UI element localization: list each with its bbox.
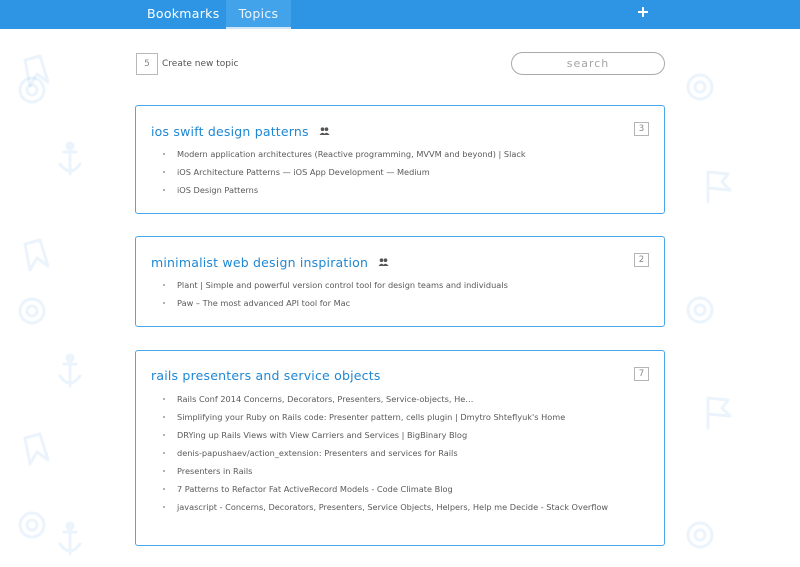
topic-count: 5 (136, 53, 158, 75)
link-count-badge: 2 (634, 253, 649, 267)
topic-title: rails presenters and service objects (151, 368, 381, 383)
people-icon (378, 254, 389, 269)
at-sign-icon (686, 73, 714, 101)
create-new-topic-link[interactable]: Create new topic (162, 59, 238, 69)
list-item[interactable]: Modern application architectures (Reacti… (163, 147, 624, 161)
list-item[interactable]: javascript - Concerns, Decorators, Prese… (163, 500, 624, 514)
topic-title-link[interactable]: ios swift design patterns (151, 123, 330, 139)
bookmark-icon (23, 432, 50, 466)
tab-topics[interactable]: Topics (226, 0, 291, 29)
list-item[interactable]: Rails Conf 2014 Concerns, Decorators, Pr… (163, 392, 624, 406)
list-item[interactable]: denis-papushaev/action_extension: Presen… (163, 446, 624, 460)
at-sign-icon (18, 297, 46, 325)
flag-icon (706, 396, 732, 430)
link-list: Modern application architectures (Reacti… (163, 147, 624, 201)
top-nav-bar: Bookmarks Topics (0, 0, 800, 29)
topic-card: minimalist web design inspiration 2 Plan… (135, 236, 665, 327)
link-count-badge: 7 (634, 367, 649, 381)
at-sign-icon (686, 521, 714, 549)
list-item[interactable]: DRYing up Rails Views with View Carriers… (163, 428, 624, 442)
bookmark-link[interactable]: 7 Patterns to Refactor Fat ActiveRecord … (177, 484, 453, 494)
search-input[interactable] (511, 52, 665, 75)
topic-card: ios swift design patterns 3 Modern appli… (135, 105, 665, 214)
bookmark-link[interactable]: Simplifying your Ruby on Rails code: Pre… (177, 412, 565, 422)
flag-icon (706, 170, 732, 204)
list-item[interactable]: Simplifying your Ruby on Rails code: Pre… (163, 410, 624, 424)
link-count-badge: 3 (634, 122, 649, 136)
bookmark-link[interactable]: denis-papushaev/action_extension: Presen… (177, 448, 458, 458)
list-item[interactable]: Paw – The most advanced API tool for Mac (163, 296, 624, 310)
bookmark-link[interactable]: iOS Design Patterns (177, 185, 258, 195)
topic-title: ios swift design patterns (151, 124, 309, 139)
list-item[interactable]: Plant | Simple and powerful version cont… (163, 278, 624, 292)
anchor-icon (58, 521, 82, 556)
link-list: Plant | Simple and powerful version cont… (163, 278, 624, 314)
bookmark-link[interactable]: javascript - Concerns, Decorators, Prese… (177, 502, 608, 512)
topic-title-link[interactable]: rails presenters and service objects (151, 368, 381, 383)
bookmark-link[interactable]: DRYing up Rails Views with View Carriers… (177, 430, 467, 440)
link-list: Rails Conf 2014 Concerns, Decorators, Pr… (163, 392, 624, 518)
at-sign-icon (18, 76, 46, 104)
bookmark-link[interactable]: iOS Architecture Patterns — iOS App Deve… (177, 167, 430, 177)
anchor-icon (58, 141, 82, 176)
at-sign-icon (686, 296, 714, 324)
bookmark-icon (23, 54, 50, 88)
topic-title: minimalist web design inspiration (151, 255, 369, 270)
anchor-icon (58, 353, 82, 388)
people-icon (319, 123, 330, 138)
at-sign-icon (18, 511, 46, 539)
bookmark-link[interactable]: Presenters in Rails (177, 466, 252, 476)
topic-title-link[interactable]: minimalist web design inspiration (151, 254, 389, 270)
plus-icon[interactable] (638, 4, 648, 20)
list-item[interactable]: iOS Design Patterns (163, 183, 624, 197)
list-item[interactable]: iOS Architecture Patterns — iOS App Deve… (163, 165, 624, 179)
tab-bookmarks[interactable]: Bookmarks (147, 0, 220, 29)
list-item[interactable]: 7 Patterns to Refactor Fat ActiveRecord … (163, 482, 624, 496)
bookmark-link[interactable]: Rails Conf 2014 Concerns, Decorators, Pr… (177, 394, 473, 404)
bookmark-link[interactable]: Paw – The most advanced API tool for Mac (177, 298, 350, 308)
bookmark-link[interactable]: Modern application architectures (Reacti… (177, 149, 526, 159)
bookmark-link[interactable]: Plant | Simple and powerful version cont… (177, 280, 508, 290)
bookmark-icon (23, 238, 50, 272)
list-item[interactable]: Presenters in Rails (163, 464, 624, 478)
topic-card: rails presenters and service objects 7 R… (135, 350, 665, 546)
